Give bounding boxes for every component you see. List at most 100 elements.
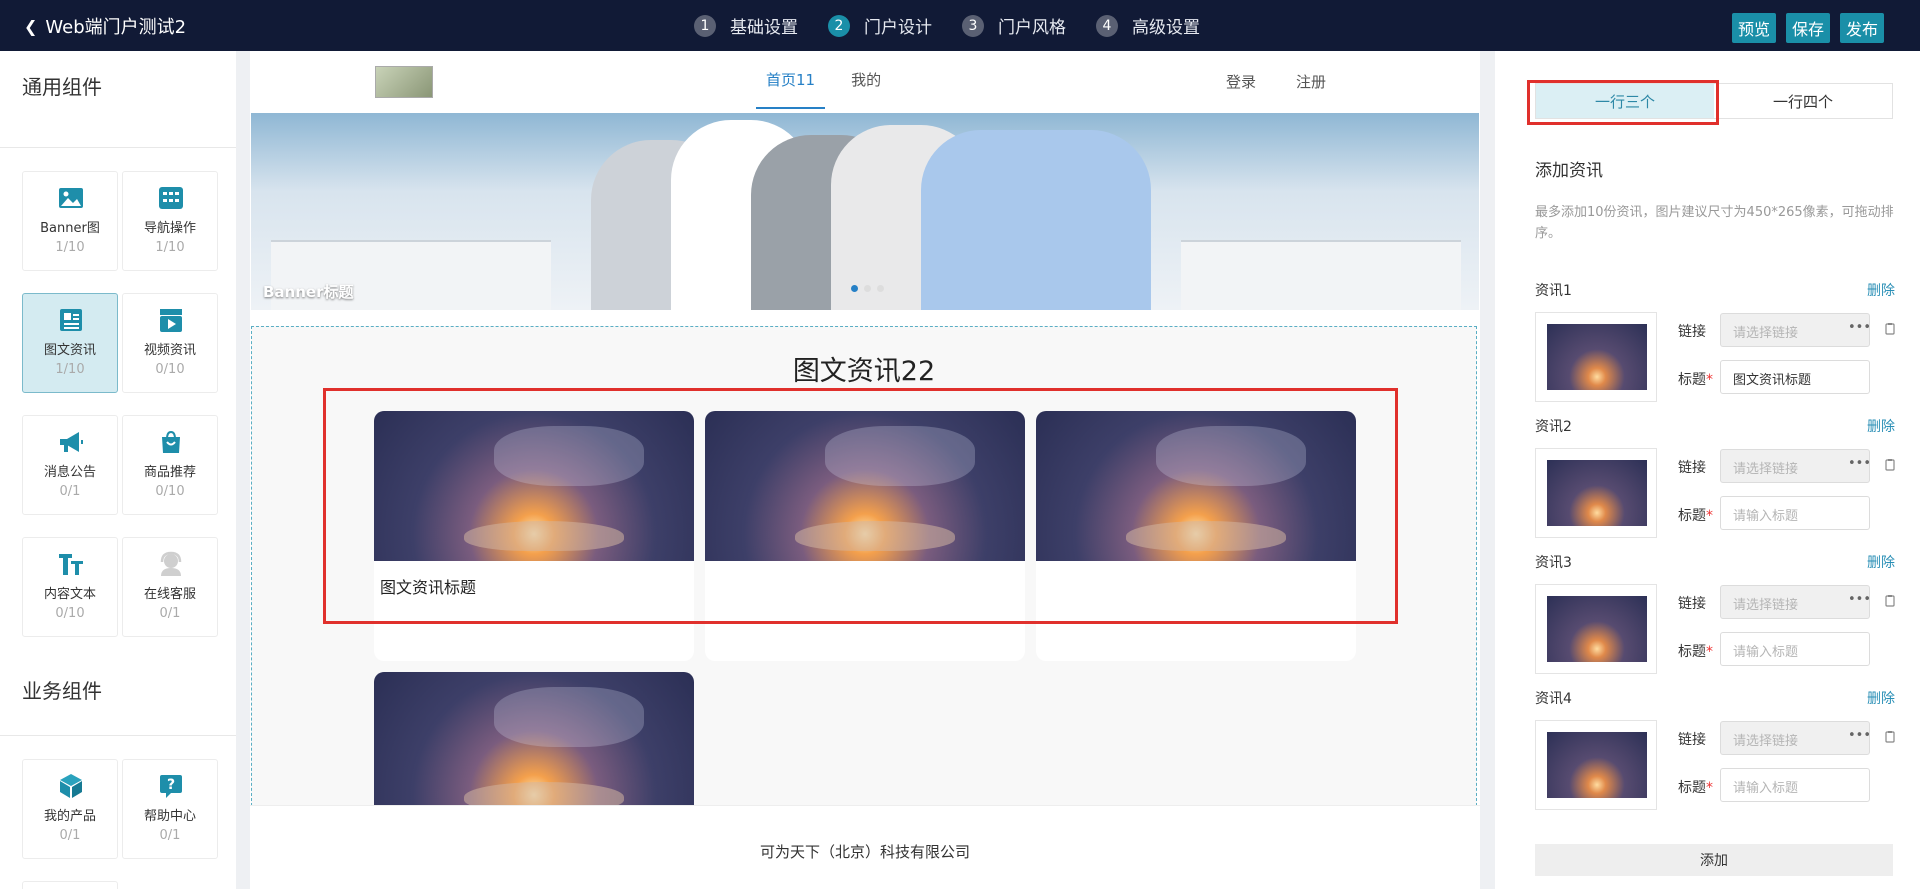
link-select[interactable]: 请选择链接 ••• [1720, 585, 1871, 619]
clipboard-icon[interactable] [1883, 458, 1897, 472]
title-input[interactable]: 请输入标题 [1720, 768, 1870, 802]
component-product-recommend[interactable]: 商品推荐 0/10 [122, 415, 218, 515]
title-input[interactable]: 请输入标题 [1720, 632, 1870, 666]
save-button[interactable]: 保存 [1785, 13, 1830, 43]
news-card[interactable]: 图文资讯标题 [374, 411, 694, 661]
component-help-center[interactable]: ? 帮助中心 0/1 [122, 759, 218, 859]
component-count: 0/10 [155, 362, 185, 377]
shopping-bag-icon [162, 430, 180, 453]
component-online-service[interactable]: 在线客服 0/1 [122, 537, 218, 637]
step-portal-style[interactable]: 3 门户风格 [962, 13, 1066, 38]
cube-icon [60, 774, 82, 798]
component-announcement[interactable]: 消息公告 0/1 [22, 415, 118, 515]
layout-three-per-row[interactable]: 一行三个 [1536, 84, 1714, 118]
preview-button[interactable]: 预览 [1731, 13, 1776, 43]
image-news-module[interactable]: 图文资讯22 图文资讯标题 [251, 326, 1477, 889]
banner-dot[interactable] [877, 285, 884, 292]
title-input[interactable]: 图文资讯标题 [1720, 360, 1870, 394]
component-sidebar: 通用组件 Banner图 1/10 导航操作 1/10 图文资讯 1/10 视频… [0, 51, 236, 889]
step-number: 4 [1096, 14, 1118, 37]
component-name: 视频资讯 [143, 343, 196, 358]
publish-button[interactable]: 发布 [1839, 13, 1884, 43]
site-tab-home[interactable]: 首页11 [756, 69, 826, 109]
link-label: 链接 [1678, 324, 1706, 340]
banner-dot[interactable] [851, 285, 858, 292]
nav-icon [159, 187, 183, 209]
component-count: 0/10 [55, 606, 85, 621]
news-item-label: 资讯2 [1535, 419, 1572, 435]
link-select[interactable]: 请选择链接 ••• [1720, 721, 1871, 755]
link-select[interactable]: 请选择链接 ••• [1720, 313, 1871, 347]
image-icon [59, 188, 83, 208]
step-basic-settings[interactable]: 1 基础设置 [694, 13, 798, 38]
required-mark: * [1706, 508, 1713, 524]
component-name: 帮助中心 [143, 809, 196, 824]
delete-button[interactable]: 删除 [1867, 280, 1895, 300]
step-label: 基础设置 [730, 18, 798, 38]
add-news-button[interactable]: 添加 [1535, 844, 1893, 876]
panel-title: 添加资讯 [1535, 161, 1603, 181]
news-card[interactable] [705, 411, 1025, 661]
register-link[interactable]: 注册 [1296, 71, 1326, 92]
component-more[interactable] [22, 881, 118, 889]
component-my-products[interactable]: 我的产品 0/1 [22, 759, 118, 859]
component-video-news[interactable]: 视频资讯 0/10 [122, 293, 218, 393]
design-canvas: 首页11 我的 登录 注册 Banner标题 图文资讯22 图文资讯标题 可为天… [250, 51, 1480, 889]
divider [0, 735, 236, 736]
title-label: 标题* [1678, 777, 1713, 797]
news-card-image [374, 672, 694, 822]
component-content-text[interactable]: 内容文本 0/10 [22, 537, 118, 637]
back-button[interactable]: ❮ Web端门户测试2 [24, 13, 186, 39]
clipboard-icon[interactable] [1883, 322, 1897, 336]
news-item-thumbnail[interactable] [1535, 720, 1657, 810]
more-icon: ••• [1847, 320, 1871, 335]
component-name: 我的产品 [43, 809, 96, 824]
site-logo [375, 66, 433, 98]
link-label: 链接 [1678, 460, 1706, 476]
component-navigation[interactable]: 导航操作 1/10 [122, 171, 218, 271]
delete-button[interactable]: 删除 [1867, 552, 1895, 572]
banner-pagination [851, 285, 884, 292]
delete-button[interactable]: 删除 [1867, 416, 1895, 436]
link-select[interactable]: 请选择链接 ••• [1720, 449, 1871, 483]
news-card[interactable] [1036, 411, 1356, 661]
site-nav: 首页11 我的 [756, 69, 891, 109]
news-heading: 图文资讯22 [792, 356, 936, 387]
business-components-title: 业务组件 [22, 679, 102, 703]
svg-text:?: ? [167, 777, 175, 793]
layout-four-per-row[interactable]: 一行四个 [1714, 84, 1892, 118]
component-count: 0/1 [59, 828, 81, 843]
login-link[interactable]: 登录 [1226, 71, 1256, 92]
panel-hint: 最多添加10份资讯，图片建议尺寸为450*265像素，可拖动排序。 [1535, 205, 1894, 241]
component-banner[interactable]: Banner图 1/10 [22, 171, 118, 271]
component-name: 内容文本 [43, 587, 96, 602]
settings-panel: 一行三个 一行四个 添加资讯 最多添加10份资讯，图片建议尺寸为450*265像… [1495, 51, 1920, 889]
news-item-label: 资讯3 [1535, 555, 1572, 571]
title-label-text: 标题 [1678, 372, 1706, 388]
site-footer: 可为天下（北京）科技有限公司 [250, 805, 1480, 889]
required-mark: * [1706, 780, 1713, 796]
component-image-news[interactable]: 图文资讯 1/10 [22, 293, 118, 393]
step-number: 1 [694, 14, 716, 37]
banner-dot[interactable] [864, 285, 871, 292]
news-item-thumbnail[interactable] [1535, 312, 1657, 402]
clipboard-icon[interactable] [1883, 730, 1897, 744]
news-item-thumbnail[interactable] [1535, 584, 1657, 674]
link-label: 链接 [1678, 596, 1706, 612]
step-label: 门户风格 [998, 18, 1066, 38]
banner-scene [1181, 240, 1461, 310]
title-label-text: 标题 [1678, 508, 1706, 524]
title-input[interactable]: 请输入标题 [1720, 496, 1870, 530]
delete-button[interactable]: 删除 [1867, 688, 1895, 708]
title-label: 标题* [1678, 505, 1713, 525]
component-count: 0/10 [155, 484, 185, 499]
more-icon: ••• [1847, 728, 1871, 743]
news-item-thumbnail[interactable] [1535, 448, 1657, 538]
banner[interactable]: Banner标题 [251, 113, 1479, 310]
clipboard-icon[interactable] [1883, 594, 1897, 608]
step-portal-design[interactable]: 2 门户设计 [828, 13, 932, 38]
component-name: 消息公告 [43, 465, 96, 480]
step-advanced-settings[interactable]: 4 高级设置 [1096, 13, 1200, 38]
title-label: 标题* [1678, 641, 1713, 661]
site-tab-mine[interactable]: 我的 [841, 69, 891, 109]
